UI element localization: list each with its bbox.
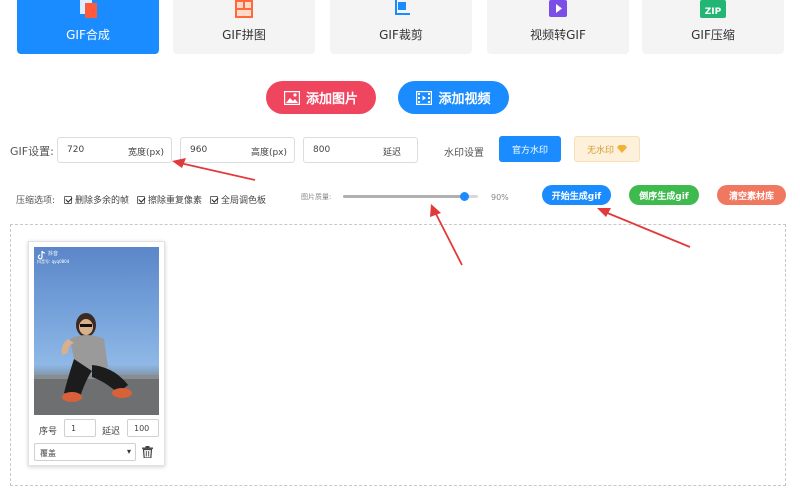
width-input[interactable]: 720 宽度(px) [57,137,172,163]
diamond-icon [617,145,627,153]
quality-slider[interactable] [343,192,478,201]
tab-label: 视频转GIF [530,28,586,42]
checkbox-checked[interactable] [137,195,145,204]
option-global-palette[interactable]: 全局调色板 [210,193,266,206]
image-icon [283,90,300,105]
watermark-account-id: 抖音号: qyq0804 [37,259,70,264]
option-erase-pixels[interactable]: 擦除重复像素 [137,193,202,206]
frame-delay-label: 延迟 [102,427,121,437]
add-image-button[interactable]: 添加图片 [266,81,376,114]
delay-unit: 延迟 [382,148,401,158]
option-label: 擦除重复像素 [148,196,203,206]
tab-label: GIF合成 [66,28,110,42]
height-input[interactable]: 960 高度(px) [180,137,295,163]
option-label: 删除多余的帧 [75,196,130,206]
reverse-generate-label: 倒序生成gif [639,191,689,202]
tab-label: GIF裁剪 [379,28,423,42]
film-icon [416,90,433,105]
tab-gif-collage[interactable]: GIF拼图 [173,0,315,54]
tab-gif-compress[interactable]: ZIP GIF压缩 [642,0,784,54]
quality-value: 90% [491,193,509,202]
delay-input[interactable]: 800 延迟 [303,137,418,163]
sequence-label: 序号 [39,427,58,437]
video-icon [549,0,567,17]
option-label: 全局调色板 [221,196,267,206]
height-value: 960 [190,145,208,155]
crop-icon [395,0,410,15]
svg-text:ZIP: ZIP [705,7,722,17]
add-image-label: 添加图片 [305,92,358,107]
height-unit: 高度(px) [250,148,287,158]
clear-library-button[interactable]: 清空素材库 [717,185,786,205]
width-unit: 宽度(px) [127,148,164,158]
frame-mode-select[interactable]: 覆盖 ▾ [34,443,136,461]
chevron-down-icon: ▾ [126,447,131,456]
official-watermark-label: 官方水印 [511,145,548,156]
reverse-generate-button[interactable]: 倒序生成gif [629,185,699,205]
quality-label: 图片质量: [301,193,332,201]
add-video-button[interactable]: 添加视频 [398,81,509,114]
width-value: 720 [67,145,85,155]
official-watermark-button[interactable]: 官方水印 [499,136,561,162]
no-watermark-button[interactable]: 无水印 [574,136,640,162]
arrow-to-width-field [179,162,256,181]
frame-mode-value: 覆盖 [40,449,56,458]
no-watermark-label: 无水印 [586,145,614,156]
start-generate-button[interactable]: 开始生成gif [542,185,611,205]
frame-thumbnail[interactable]: 抖音 抖音号: qyq0804 [34,247,159,415]
watermark-label: 水印设置 [444,148,484,159]
checkbox-checked[interactable] [64,195,72,204]
grid-icon [235,0,253,18]
option-remove-frames[interactable]: 删除多余的帧 [64,193,129,206]
slider-thumb[interactable] [460,192,469,201]
clear-library-label: 清空素材库 [728,191,774,202]
watermark-app-name: 抖音 [48,251,59,257]
tool-tab-bar: GIF合成 GIF拼图 GIF裁剪 视频转GIF ZIP GIF压缩 [0,0,800,55]
frame-delay-input[interactable]: 100 [127,419,159,437]
delay-value: 800 [313,145,331,155]
layers-icon [80,0,97,18]
gif-settings-label: GIF设置: [10,145,54,158]
start-generate-label: 开始生成gif [551,191,602,202]
tab-gif-crop[interactable]: GIF裁剪 [330,0,472,54]
person-photo [34,313,159,415]
zip-icon: ZIP [700,0,726,18]
frame-delay-value: 100 [134,424,150,433]
tab-video-to-gif[interactable]: 视频转GIF [487,0,629,54]
add-video-label: 添加视频 [438,92,491,107]
frame-card: 抖音 抖音号: qyq0804 序号 1 延迟 100 覆盖 ▾ [28,241,165,466]
tab-gif-compose[interactable]: GIF合成 [17,0,159,54]
tab-label: GIF拼图 [222,28,266,42]
trash-icon[interactable] [142,446,153,458]
checkbox-checked[interactable] [210,195,218,204]
slider-fill [343,195,465,198]
tab-label: GIF压缩 [691,28,735,42]
sequence-input[interactable]: 1 [64,419,96,437]
sequence-value: 1 [71,424,77,433]
compress-options-label: 压缩选项: [16,196,56,206]
